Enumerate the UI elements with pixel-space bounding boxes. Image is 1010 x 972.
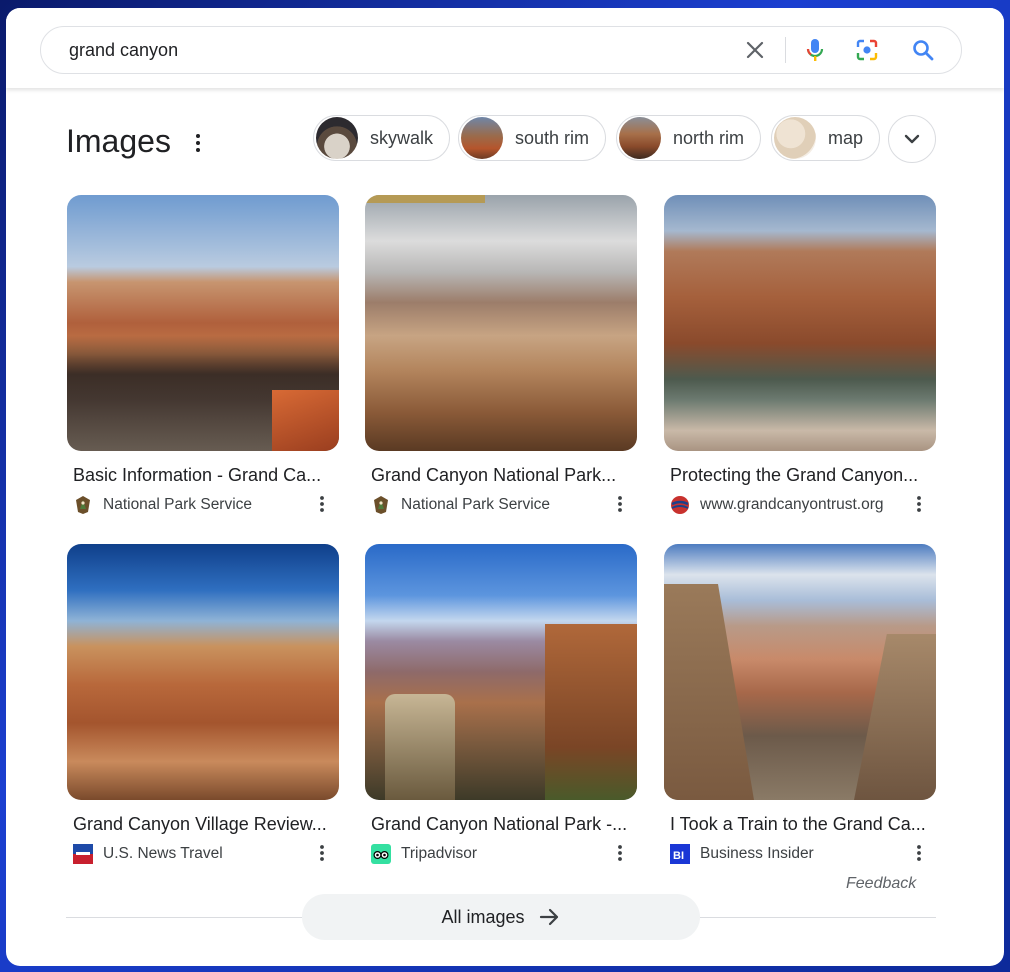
business-insider-icon: BI — [670, 844, 690, 864]
chip-label: north rim — [673, 127, 745, 148]
result-source-name: National Park Service — [103, 496, 253, 513]
chip-north-rim[interactable]: north rim — [616, 115, 762, 161]
image-result-card[interactable]: I Took a Train to the Grand Ca... BI Bus… — [664, 544, 936, 865]
chip-label: skywalk — [370, 127, 434, 148]
images-menu-icon[interactable] — [190, 132, 206, 154]
chip-label: south rim — [515, 127, 590, 148]
image-result-card[interactable]: Grand Canyon Village Review... U.S. News… — [67, 544, 339, 865]
result-image[interactable] — [365, 195, 637, 451]
result-image[interactable] — [664, 544, 936, 800]
result-caption[interactable]: Grand Canyon National Park... — [371, 465, 637, 486]
feedback-link[interactable]: Feedback — [846, 875, 916, 893]
result-image[interactable] — [67, 195, 339, 451]
trust-logo-icon — [670, 495, 690, 515]
result-image[interactable] — [664, 195, 936, 451]
chip-south-rim[interactable]: south rim — [458, 115, 607, 161]
chip-thumbnail — [774, 117, 816, 159]
tripadvisor-owl-icon — [371, 844, 391, 864]
result-source-name: National Park Service — [401, 496, 551, 513]
search-divider — [785, 37, 786, 63]
result-source-name: www.grandcanyontrust.org — [700, 496, 884, 513]
result-source-name: U.S. News Travel — [103, 845, 223, 862]
clear-icon[interactable] — [741, 36, 769, 64]
result-source[interactable]: Tripadvisor — [371, 843, 637, 865]
divider-right — [700, 917, 936, 918]
image-result-card[interactable]: Basic Information - Grand Ca... National… — [67, 195, 339, 516]
chip-thumbnail — [461, 117, 503, 159]
result-source[interactable]: National Park Service — [73, 494, 339, 516]
image-result-card[interactable]: Protecting the Grand Canyon... www.grand… — [664, 195, 936, 516]
svg-text:BI: BI — [673, 850, 684, 862]
result-menu-icon[interactable] — [615, 494, 625, 514]
chips-expand-button[interactable] — [888, 115, 936, 163]
result-image[interactable] — [67, 544, 339, 800]
result-source-name: Tripadvisor — [401, 845, 478, 862]
nps-arrowhead-icon — [73, 495, 93, 515]
result-caption[interactable]: Grand Canyon Village Review... — [73, 814, 339, 835]
result-source[interactable]: www.grandcanyontrust.org — [670, 494, 936, 516]
all-images-label: All images — [441, 906, 525, 927]
result-source[interactable]: National Park Service — [371, 494, 637, 516]
nps-arrowhead-icon — [371, 495, 391, 515]
result-caption[interactable]: Grand Canyon National Park -... — [371, 814, 637, 835]
result-source[interactable]: BI Business Insider — [670, 843, 936, 865]
images-heading: Images — [66, 123, 171, 159]
usnews-icon — [73, 844, 93, 864]
chip-thumbnail — [619, 117, 661, 159]
result-caption[interactable]: Protecting the Grand Canyon... — [670, 465, 936, 486]
search-box[interactable] — [40, 26, 962, 74]
result-source-name: Business Insider — [700, 845, 814, 862]
lens-camera-icon[interactable] — [853, 36, 881, 64]
search-icon[interactable] — [909, 36, 937, 64]
divider-left — [66, 917, 304, 918]
result-caption[interactable]: Basic Information - Grand Ca... — [73, 465, 339, 486]
chevron-down-icon — [904, 134, 920, 144]
chip-thumbnail — [316, 117, 358, 159]
result-image[interactable] — [365, 544, 637, 800]
image-result-card[interactable]: Grand Canyon National Park... National P… — [365, 195, 637, 516]
search-header — [6, 8, 1004, 88]
arrow-right-icon — [539, 908, 558, 926]
all-images-button[interactable]: All images — [302, 894, 700, 940]
microphone-icon[interactable] — [801, 36, 829, 64]
result-menu-icon[interactable] — [615, 843, 625, 863]
chip-skywalk[interactable]: skywalk — [313, 115, 451, 161]
search-input[interactable] — [67, 27, 691, 73]
image-result-card[interactable]: Grand Canyon National Park -... Tripadvi… — [365, 544, 637, 865]
result-menu-icon[interactable] — [914, 843, 924, 863]
result-menu-icon[interactable] — [317, 843, 327, 863]
chip-label: map — [828, 127, 864, 148]
chip-map[interactable]: map — [771, 115, 881, 161]
result-menu-icon[interactable] — [914, 494, 924, 514]
result-menu-icon[interactable] — [317, 494, 327, 514]
result-caption[interactable]: I Took a Train to the Grand Ca... — [670, 814, 936, 835]
results-panel: Images skywalk south rim north rim map B… — [6, 8, 1004, 966]
result-source[interactable]: U.S. News Travel — [73, 843, 339, 865]
